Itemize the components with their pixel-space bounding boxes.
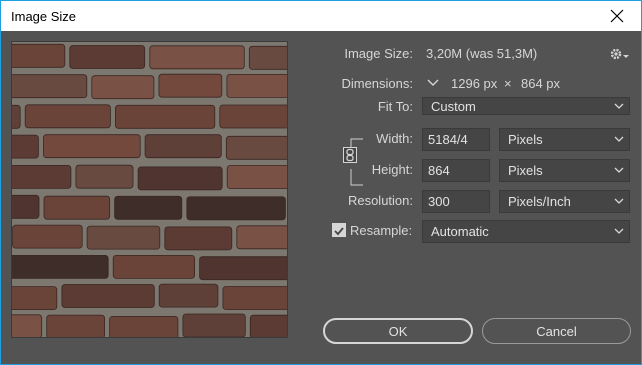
- chevron-down-icon: [614, 228, 624, 234]
- image-size-dialog: Image Size Image Size: 3,20M (was 51,3M): [0, 0, 642, 365]
- checkmark-icon: [334, 227, 344, 236]
- chevron-down-icon: [427, 79, 439, 86]
- height-input[interactable]: 864: [422, 159, 490, 182]
- dimensions-times: ×: [504, 76, 512, 91]
- image-preview[interactable]: [11, 41, 288, 338]
- dimensions-label: Dimensions:: [341, 76, 413, 91]
- ok-button[interactable]: OK: [323, 318, 473, 344]
- dialog-body: Image Size: 3,20M (was 51,3M) Dimensions…: [1, 31, 641, 364]
- resample-label: Resample:: [350, 223, 413, 238]
- cancel-button[interactable]: Cancel: [482, 318, 631, 344]
- image-size-label: Image Size:: [344, 46, 413, 61]
- close-button[interactable]: [597, 2, 637, 30]
- chevron-down-icon: [614, 103, 624, 109]
- gear-icon: [610, 48, 629, 60]
- resolution-input[interactable]: 300: [422, 190, 490, 213]
- dimensions-width: 1296 px: [451, 76, 498, 91]
- constrain-proportions-button[interactable]: [343, 147, 357, 163]
- resolution-unit-value: Pixels/Inch: [508, 194, 571, 209]
- resample-method-value: Automatic: [431, 224, 489, 239]
- chevron-down-icon: [614, 167, 624, 173]
- dimensions-toggle[interactable]: [425, 75, 441, 91]
- height-label: Height:: [371, 162, 413, 177]
- width-unit-select[interactable]: Pixels: [499, 128, 630, 151]
- resample-method-select[interactable]: Automatic: [422, 220, 630, 243]
- fit-to-select[interactable]: Custom: [422, 97, 630, 115]
- close-icon: [610, 9, 624, 23]
- image-size-value: 3,20M (was 51,3M): [426, 46, 538, 61]
- dialog-title: Image Size: [11, 9, 77, 24]
- width-label: Width:: [376, 131, 413, 146]
- resample-checkbox[interactable]: [332, 223, 346, 237]
- resolution-label: Resolution:: [347, 193, 413, 208]
- title-bar: Image Size: [1, 1, 641, 31]
- width-input[interactable]: 5184/4: [422, 128, 490, 151]
- height-unit-value: Pixels: [508, 163, 543, 178]
- settings-menu-button[interactable]: [610, 47, 632, 61]
- width-unit-value: Pixels: [508, 132, 543, 147]
- brick-wall-image: [12, 42, 287, 337]
- chain-link-icon: [343, 147, 357, 163]
- resolution-unit-select[interactable]: Pixels/Inch: [499, 190, 630, 213]
- height-unit-select[interactable]: Pixels: [499, 159, 630, 182]
- fit-to-value: Custom: [431, 99, 476, 114]
- dimensions-height: 864 px: [521, 76, 561, 91]
- chevron-down-icon: [614, 198, 624, 204]
- chevron-down-icon: [614, 136, 624, 142]
- fit-to-label: Fit To:: [377, 99, 413, 114]
